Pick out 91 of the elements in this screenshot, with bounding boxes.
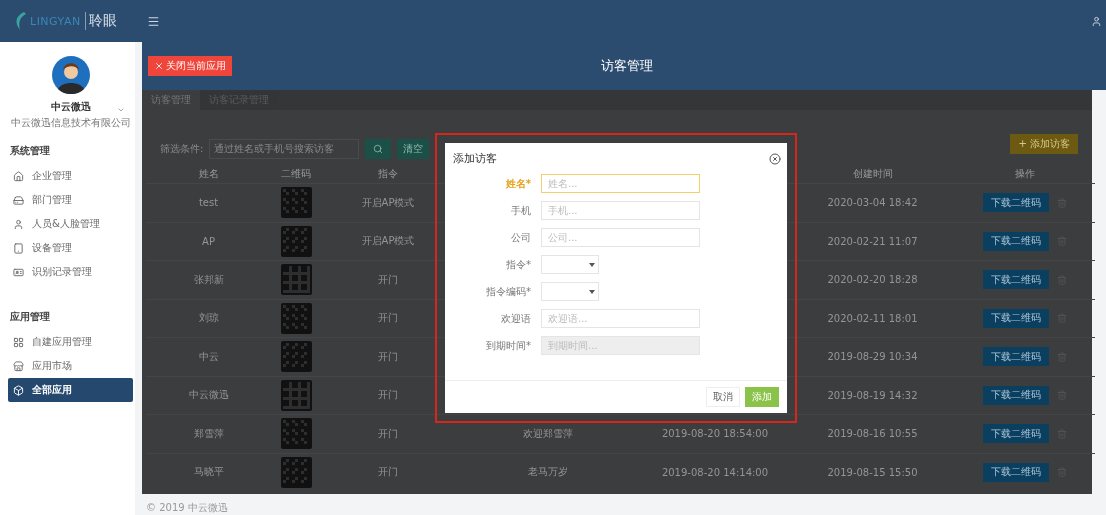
input-field[interactable]: 欢迎语...: [541, 309, 700, 328]
section-title: 系统管理: [10, 144, 51, 158]
table-cell: 2019-08-20 18:54:00: [640, 414, 790, 453]
download-qr-button[interactable]: 下载二维码: [983, 193, 1049, 213]
field-label: 公司: [510, 230, 531, 245]
table-cell: 开门: [321, 414, 455, 453]
nav-icon: [13, 194, 24, 206]
caret-icon[interactable]: [117, 106, 125, 114]
select-field[interactable]: [541, 282, 599, 301]
close-app-button[interactable]: 关闭当前应用: [148, 56, 232, 76]
nav-icon: [13, 242, 24, 254]
download-qr-button[interactable]: 下载二维码: [983, 347, 1049, 367]
close-icon[interactable]: [769, 152, 781, 165]
search-button[interactable]: [365, 138, 392, 159]
table-cell: 2019-08-15 15:50: [790, 452, 955, 491]
logo-text: 聆眼: [84, 12, 117, 30]
sidebar-item[interactable]: 应用市场: [8, 354, 133, 378]
table-cell: 中云微迅: [146, 375, 271, 414]
table-cell: 马晓平: [146, 452, 271, 491]
qr-code-icon: [280, 456, 312, 488]
column-header: 二维码: [280, 167, 312, 181]
column-header: 创建时间: [851, 167, 894, 181]
sidebar-item[interactable]: 识别记录管理: [8, 260, 133, 284]
download-qr-button[interactable]: 下载二维码: [983, 231, 1049, 251]
sidebar-item[interactable]: 人员&人脸管理: [8, 212, 133, 236]
sidebar-item[interactable]: 设备管理: [8, 236, 133, 260]
field-label: 指令*: [505, 257, 531, 272]
download-qr-button[interactable]: 下载二维码: [983, 424, 1049, 444]
download-qr-button[interactable]: 下载二维码: [983, 462, 1049, 482]
menu-icon[interactable]: [147, 14, 160, 28]
column-header: 指令: [377, 167, 399, 181]
download-qr-button[interactable]: 下载二维码: [983, 308, 1049, 328]
cancel-button[interactable]: 取消: [706, 387, 740, 407]
search-field[interactable]: 通过姓名或手机号搜索访客: [209, 138, 360, 159]
nav-icon: [13, 266, 24, 278]
table-cell: 2019-08-16 10:55: [790, 414, 955, 453]
field-label: 欢迎语: [500, 311, 531, 326]
input-field[interactable]: 手机...: [541, 201, 700, 220]
sidebar-item[interactable]: 全部应用: [8, 378, 133, 402]
qr-code-icon: [280, 418, 312, 450]
add-visitor-button[interactable]: + 添加访客: [1010, 134, 1078, 154]
qr-code-icon: [280, 302, 312, 334]
field-label: 到期时间*: [485, 338, 531, 353]
field-label: 姓名*: [504, 176, 531, 191]
qr-code-icon: [280, 341, 312, 373]
caret-icon: [589, 262, 595, 267]
download-qr-button[interactable]: 下载二维码: [983, 270, 1049, 290]
table-cell: 老马万岁: [455, 452, 640, 491]
nav-icon: [13, 218, 24, 230]
logo-text: LINGYAN: [30, 14, 81, 28]
input-field[interactable]: 姓名...: [541, 174, 700, 193]
caret-icon: [589, 289, 595, 294]
qr-code-icon: [280, 264, 312, 296]
search-icon: [373, 143, 384, 154]
nav-icon: [13, 336, 24, 348]
table-cell: 中云: [146, 337, 271, 376]
sidebar-item[interactable]: 部门管理: [8, 188, 133, 212]
qr-code-icon: [280, 187, 312, 219]
close-icon: [154, 61, 164, 71]
table-cell: 刘琼: [146, 298, 271, 337]
download-qr-button[interactable]: 下载二维码: [983, 385, 1049, 405]
select-field[interactable]: [541, 255, 599, 274]
dialog-title: 添加访客: [453, 151, 497, 166]
logo-icon: [14, 12, 26, 30]
sidebar-item[interactable]: 自建应用管理: [8, 330, 133, 354]
sidebar-item[interactable]: 企业管理: [8, 164, 133, 188]
section-title: 应用管理: [10, 310, 51, 324]
table-cell: AP: [146, 221, 271, 260]
nav-icon: [13, 384, 24, 396]
table-cell: 张邦新: [146, 260, 271, 299]
qr-code-icon: [280, 225, 312, 257]
table-cell: 开门: [321, 452, 455, 491]
table-cell: test: [146, 183, 271, 222]
filter-label: 筛选条件:: [160, 141, 204, 156]
user-name: 中云微迅: [50, 100, 91, 114]
table-cell: 郑雪萍: [146, 414, 271, 453]
table-cell: 欢迎郑雪萍: [455, 414, 640, 453]
qr-code-icon: [280, 379, 312, 411]
clear-button[interactable]: 清空: [397, 138, 430, 159]
column-header: 姓名: [197, 167, 220, 181]
company-name: 中云微迅信息技术有限公司: [10, 116, 131, 130]
field-label: 手机: [510, 203, 531, 218]
table-cell: 2019-08-20 14:14:00: [640, 452, 790, 491]
avatar-icon: [51, 56, 90, 94]
nav-icon: [13, 170, 24, 182]
user-icon[interactable]: [1091, 15, 1102, 27]
nav-icon: [13, 360, 24, 372]
page-title: 访客管理: [601, 57, 653, 75]
copyright-text: © 2019 中云微迅: [145, 501, 229, 515]
column-header: 操作: [1014, 167, 1036, 181]
field-label: 指令编码*: [485, 284, 531, 299]
